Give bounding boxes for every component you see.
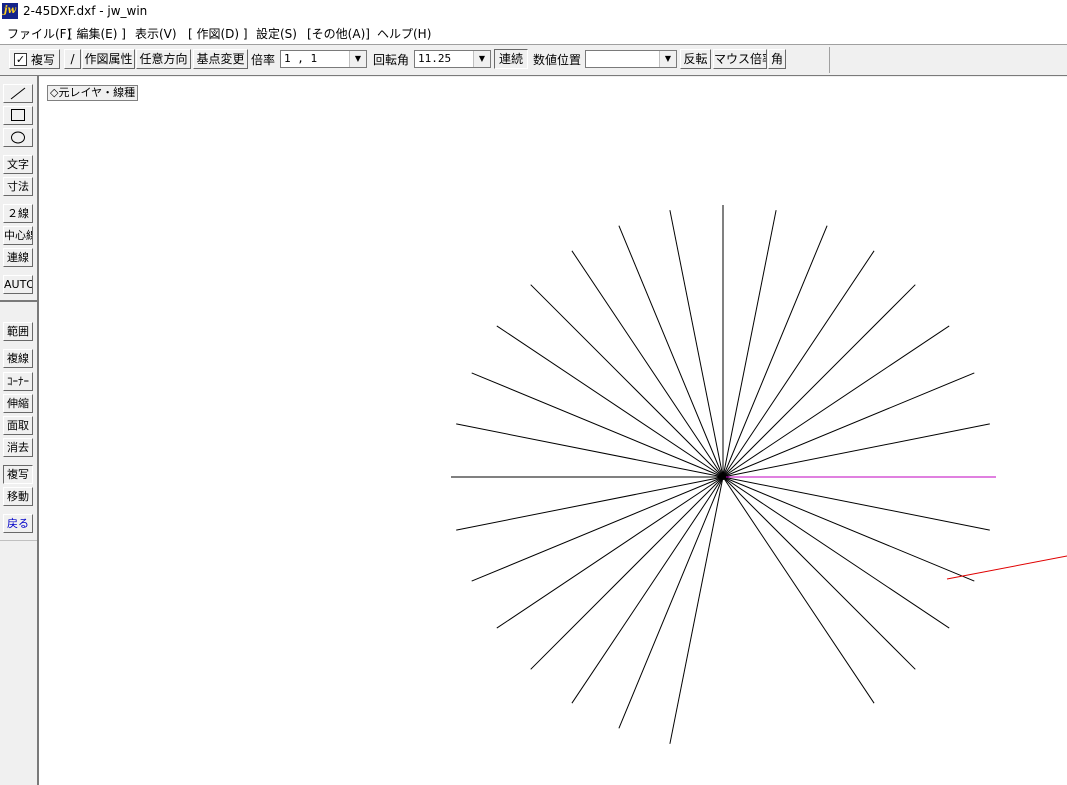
circle-tool-button[interactable] bbox=[3, 128, 33, 147]
double-line-tool-button[interactable]: ２線 bbox=[3, 204, 33, 223]
radial-line[interactable] bbox=[722, 476, 875, 704]
angle-combo[interactable]: 11.25 ▼ bbox=[414, 50, 491, 68]
direction-button[interactable]: 任意方向 bbox=[136, 49, 191, 69]
copy-line-tool-button[interactable]: 複線 bbox=[3, 349, 33, 368]
reverse-button[interactable]: 反転 bbox=[680, 49, 711, 69]
title-bar: jw 2-45DXF.dxf - jw_win bbox=[0, 0, 1067, 22]
copy-checkbox-label: 複写 bbox=[31, 53, 56, 67]
toolbar-end-divider bbox=[829, 47, 830, 73]
chevron-down-icon[interactable]: ▼ bbox=[349, 51, 366, 67]
slash-button[interactable]: / bbox=[64, 49, 81, 69]
dimension-tool-button[interactable]: 寸法 bbox=[3, 177, 33, 196]
undo-button[interactable]: 戻る bbox=[3, 514, 33, 533]
chevron-down-icon[interactable]: ▼ bbox=[659, 51, 676, 67]
menu-settings[interactable]: 設定(S) bbox=[256, 25, 297, 42]
copy-checkbox[interactable]: ✓ bbox=[14, 53, 27, 66]
menu-draw[interactable]: [ 作図(D) ] bbox=[188, 25, 248, 42]
source-layer-linetype-button[interactable]: ◇元レイヤ・線種 bbox=[47, 85, 139, 101]
angle-label: 回転角 bbox=[373, 53, 410, 67]
menu-file[interactable]: ファイル(F) bbox=[7, 25, 71, 42]
text-tool-button[interactable]: 文字 bbox=[3, 155, 33, 174]
erase-tool-button[interactable]: 消去 bbox=[3, 438, 33, 457]
numpos-label: 数値位置 bbox=[533, 53, 582, 67]
copy-tool-button[interactable]: 複写 bbox=[3, 465, 33, 484]
numpos-combo[interactable]: ▼ bbox=[585, 50, 677, 68]
radial-line[interactable] bbox=[722, 225, 828, 478]
radial-line[interactable] bbox=[471, 476, 724, 582]
radial-line[interactable] bbox=[618, 225, 724, 478]
scale-label: 倍率 bbox=[251, 53, 276, 67]
angle-value: 11.25 bbox=[418, 52, 452, 65]
corner-tool-button[interactable]: ｺｰﾅｰ bbox=[3, 372, 33, 391]
continuous-button[interactable]: 連続 bbox=[494, 49, 528, 69]
polyline-tool-button[interactable]: 連線 bbox=[3, 248, 33, 267]
move-tool-button[interactable]: 移動 bbox=[3, 487, 33, 506]
radial-line[interactable] bbox=[618, 476, 724, 729]
drawing-canvas[interactable] bbox=[39, 76, 1067, 785]
attribute-button[interactable]: 作図属性 bbox=[82, 49, 135, 69]
radial-line[interactable] bbox=[722, 476, 975, 582]
rectangle-tool-icon bbox=[11, 109, 25, 121]
line-tool-icon bbox=[10, 87, 26, 100]
chevron-down-icon[interactable]: ▼ bbox=[473, 51, 490, 67]
menu-help[interactable]: ヘルプ(H) bbox=[377, 25, 431, 42]
scale-value: 1 , 1 bbox=[284, 52, 318, 65]
window-title: 2-45DXF.dxf - jw_win bbox=[23, 4, 148, 18]
mouse-scale-button[interactable]: マウス倍率 bbox=[713, 49, 767, 69]
chamfer-tool-button[interactable]: 面取 bbox=[3, 416, 33, 435]
stretch-tool-button[interactable]: 伸縮 bbox=[3, 394, 33, 413]
menu-view[interactable]: 表示(V) bbox=[135, 25, 177, 42]
radial-line[interactable] bbox=[722, 476, 916, 670]
rectangle-tool-button[interactable] bbox=[3, 106, 33, 125]
scale-combo[interactable]: 1 , 1 ▼ bbox=[280, 50, 367, 68]
app-logo-icon: jw bbox=[2, 3, 18, 19]
radial-line[interactable] bbox=[722, 372, 975, 478]
radial-line-group bbox=[451, 205, 990, 744]
tool-palette-bottom-divider bbox=[0, 540, 37, 541]
auto-tool-button[interactable]: AUTO bbox=[3, 275, 33, 294]
radial-line[interactable] bbox=[722, 284, 916, 478]
radial-line[interactable] bbox=[530, 476, 724, 670]
menu-other[interactable]: [その他(A)] bbox=[307, 25, 370, 42]
line-tool-button[interactable] bbox=[3, 84, 33, 103]
rotation-preview-line bbox=[946, 555, 1067, 580]
circle-tool-icon bbox=[11, 131, 25, 144]
rotation-base-point[interactable] bbox=[720, 474, 726, 480]
menu-edit[interactable]: [ 編集(E) ] bbox=[68, 25, 126, 42]
center-line-tool-button[interactable]: 中心線 bbox=[3, 226, 33, 245]
range-tool-button[interactable]: 範囲 bbox=[3, 322, 33, 341]
menu-bar: ファイル(F) [ 編集(E) ] 表示(V) [ 作図(D) ] 設定(S) … bbox=[0, 23, 1067, 43]
corner-angle-button[interactable]: 角 bbox=[768, 49, 786, 69]
radial-line[interactable] bbox=[530, 284, 724, 478]
radial-line[interactable] bbox=[471, 372, 724, 478]
basepoint-button[interactable]: 基点変更 bbox=[193, 49, 248, 69]
tool-palette-divider bbox=[0, 300, 37, 302]
